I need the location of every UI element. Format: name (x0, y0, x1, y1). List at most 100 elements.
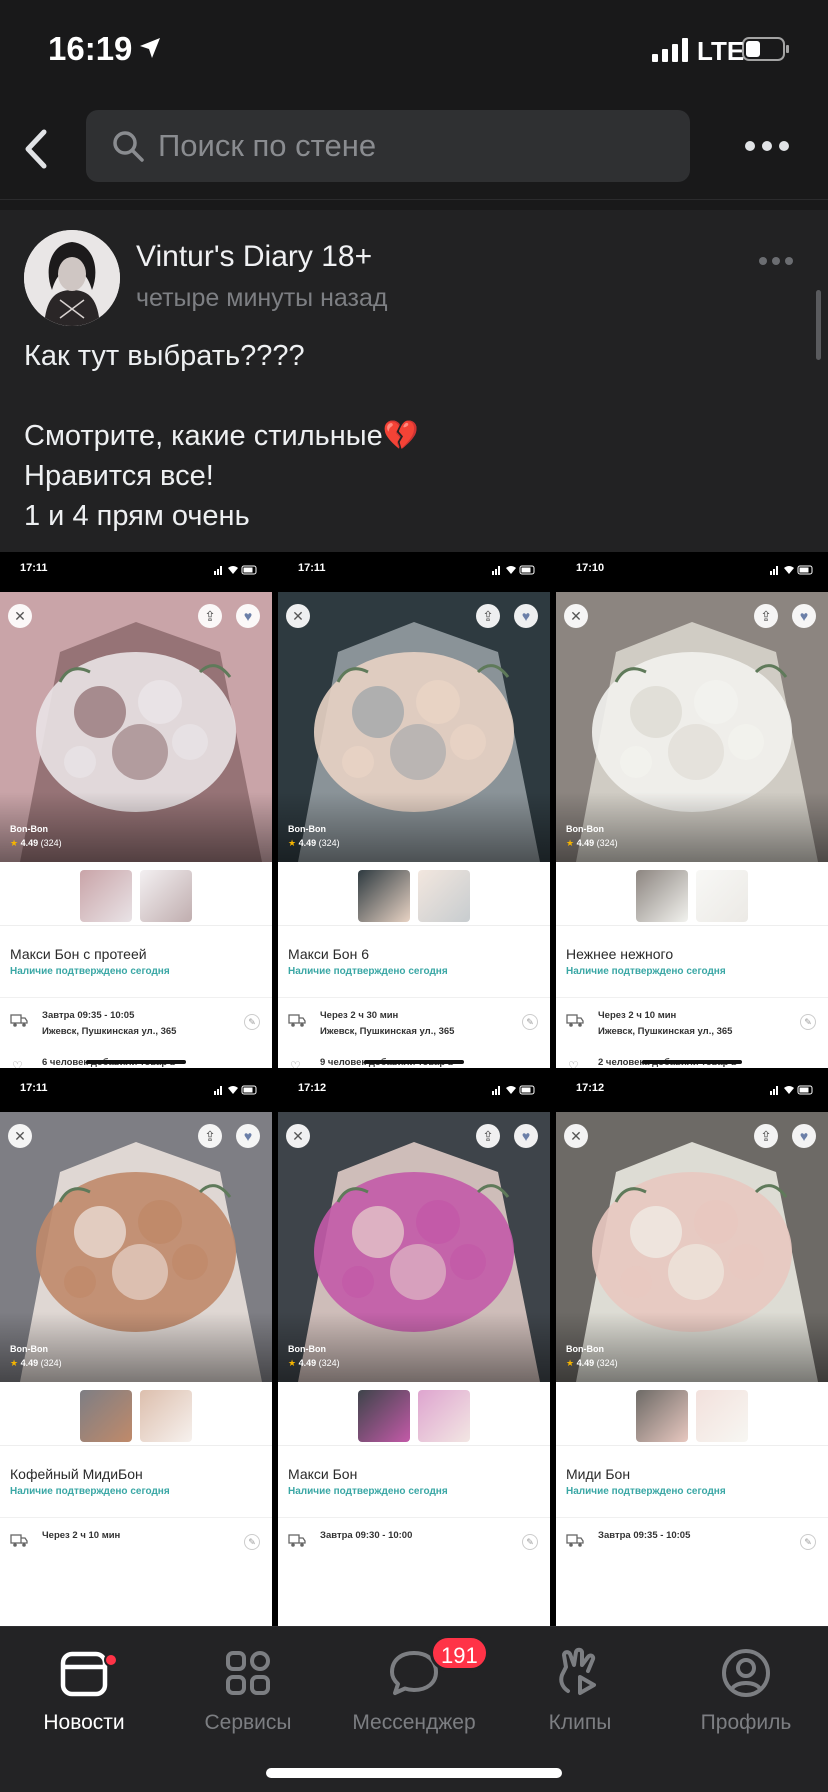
screenshot-status-icons (214, 1085, 257, 1095)
edit-address-icon[interactable]: ✎ (800, 1014, 816, 1030)
close-icon[interactable]: ✕ (564, 1124, 588, 1148)
thumbnail-1[interactable] (80, 1390, 132, 1442)
avatar-image (24, 230, 120, 326)
delivery-time: Завтра 09:35 - 10:05 (598, 1530, 691, 1541)
share-icon[interactable]: ⇪ (198, 604, 222, 628)
scrollbar[interactable] (816, 290, 821, 360)
product-screenshot[interactable]: 17:11 (0, 1072, 272, 1630)
thumbnail-1[interactable] (636, 1390, 688, 1442)
close-icon[interactable]: ✕ (286, 1124, 310, 1148)
news-notification-dot (104, 1653, 118, 1667)
product-name: Нежнее нежного (566, 946, 674, 962)
news-icon (60, 1651, 108, 1697)
author-avatar[interactable] (24, 230, 120, 326)
screenshot-clock: 17:12 (298, 1082, 327, 1094)
product-screenshot[interactable]: 17:11 (0, 552, 272, 1068)
screenshot-status-bar: 17:11 (0, 552, 272, 592)
product-screenshot[interactable]: 17:10 ✕ ⇪ ♥ Bon-Bon ★ 4.49 (324) Нежнее … (556, 552, 828, 1068)
photo-thumbnails (278, 862, 550, 926)
bouquet-photo[interactable]: ✕ ⇪ ♥ Bon-Bon ★ 4.49 (324) (556, 592, 828, 862)
star-icon: ★ (288, 1358, 297, 1368)
bouquet-image (556, 1112, 828, 1382)
product-screenshot[interactable]: 17:12 (278, 1072, 550, 1630)
shop-brand: Bon-Bon (10, 1344, 48, 1354)
delivery-truck-icon (288, 1014, 306, 1027)
edit-address-icon[interactable]: ✎ (522, 1014, 538, 1030)
thumbnail-2[interactable] (696, 1390, 748, 1442)
share-icon[interactable]: ⇪ (198, 1124, 222, 1148)
heart-outline-icon: ♡ (290, 1059, 301, 1068)
search-placeholder: Поиск по стене (158, 128, 377, 163)
product-screenshot[interactable]: 17:11 (278, 552, 550, 1068)
shop-rating: ★ 4.49 (324) (10, 1358, 62, 1368)
wall-search-input[interactable]: Поиск по стене (86, 110, 690, 182)
tab-clips[interactable]: Клипы (500, 1643, 660, 1753)
screenshot-clock: 17:12 (576, 1082, 605, 1094)
heart-icon[interactable]: ♥ (236, 1124, 260, 1148)
close-icon[interactable]: ✕ (564, 604, 588, 628)
delivery-time: Через 2 ч 30 мин (320, 1010, 399, 1021)
product-name: Миди Бон (566, 1466, 631, 1482)
thumbnail-2[interactable] (418, 870, 470, 922)
share-icon[interactable]: ⇪ (476, 604, 500, 628)
heart-icon[interactable]: ♥ (236, 604, 260, 628)
screenshot-home-indicator (642, 1060, 742, 1064)
availability-note: Наличие подтверждено сегодня (566, 1486, 726, 1497)
share-icon[interactable]: ⇪ (754, 604, 778, 628)
post-time: четыре минуты назад (136, 284, 388, 312)
tab-profile[interactable]: Профиль (666, 1643, 826, 1753)
delivery-info: Завтра 09:30 - 10:00 ✎ (278, 1517, 550, 1577)
product-name: Макси Бон (288, 1466, 358, 1482)
edit-address-icon[interactable]: ✎ (244, 1534, 260, 1550)
close-icon[interactable]: ✕ (8, 1124, 32, 1148)
screenshot-status-icons (492, 565, 535, 575)
delivery-truck-icon (566, 1014, 584, 1027)
battery-icon (742, 37, 789, 61)
bouquet-photo[interactable]: ✕ ⇪ ♥ Bon-Bon ★ 4.49 (324) (556, 1112, 828, 1382)
edit-address-icon[interactable]: ✎ (244, 1014, 260, 1030)
edit-address-icon[interactable]: ✎ (522, 1534, 538, 1550)
thumbnail-2[interactable] (418, 1390, 470, 1442)
thumbnail-1[interactable] (80, 870, 132, 922)
thumbnail-2[interactable] (140, 1390, 192, 1442)
thumbnail-1[interactable] (358, 870, 410, 922)
delivery-time: Через 2 ч 10 мин (598, 1010, 677, 1021)
heart-outline-icon: ♡ (12, 1059, 23, 1068)
post-text: Как тут выбрать???? Смотрите, какие стил… (24, 340, 419, 532)
bouquet-photo[interactable]: ✕ ⇪ ♥ Bon-Bon ★ 4.49 (324) (0, 592, 272, 862)
shop-rating: ★ 4.49 (324) (288, 838, 340, 848)
thumbnail-1[interactable] (636, 870, 688, 922)
share-icon[interactable]: ⇪ (754, 1124, 778, 1148)
bouquet-photo[interactable]: ✕ ⇪ ♥ Bon-Bon ★ 4.49 (324) (278, 592, 550, 862)
bouquet-photo[interactable]: ✕ ⇪ ♥ Bon-Bon ★ 4.49 (324) (278, 1112, 550, 1382)
delivery-info: Завтра 09:35 - 10:05 ✎ (556, 1517, 828, 1577)
thumbnail-1[interactable] (358, 1390, 410, 1442)
back-arrow-icon[interactable] (16, 124, 56, 174)
more-options-icon[interactable] (742, 136, 792, 156)
bouquet-photo[interactable]: ✕ ⇪ ♥ Bon-Bon ★ 4.49 (324) (0, 1112, 272, 1382)
availability-note: Наличие подтверждено сегодня (10, 966, 170, 977)
edit-address-icon[interactable]: ✎ (800, 1534, 816, 1550)
heart-icon[interactable]: ♥ (514, 1124, 538, 1148)
shop-rating: ★ 4.49 (324) (566, 838, 618, 848)
post-more-icon[interactable] (758, 254, 794, 268)
shop-rating: ★ 4.49 (324) (288, 1358, 340, 1368)
close-icon[interactable]: ✕ (286, 604, 310, 628)
share-icon[interactable]: ⇪ (476, 1124, 500, 1148)
heart-icon[interactable]: ♥ (792, 1124, 816, 1148)
heart-icon[interactable]: ♥ (792, 604, 816, 628)
shop-brand: Bon-Bon (566, 824, 604, 834)
product-name: Макси Бон с протеей (10, 946, 147, 962)
close-icon[interactable]: ✕ (8, 604, 32, 628)
heart-icon[interactable]: ♥ (514, 604, 538, 628)
tab-messenger[interactable]: 191 Мессенджер (334, 1635, 494, 1753)
thumbnail-2[interactable] (696, 870, 748, 922)
delivery-address: Ижевск, Пушкинская ул., 365 (598, 1026, 733, 1037)
tab-services[interactable]: Сервисы (168, 1643, 328, 1753)
product-screenshot[interactable]: 17:12 (556, 1072, 828, 1630)
tab-news[interactable]: Новости (4, 1643, 164, 1753)
post-author[interactable]: Vintur's Diary 18+ (136, 240, 372, 274)
signal-icon (652, 38, 688, 62)
thumbnail-2[interactable] (140, 870, 192, 922)
network-type: LTE (697, 36, 745, 66)
